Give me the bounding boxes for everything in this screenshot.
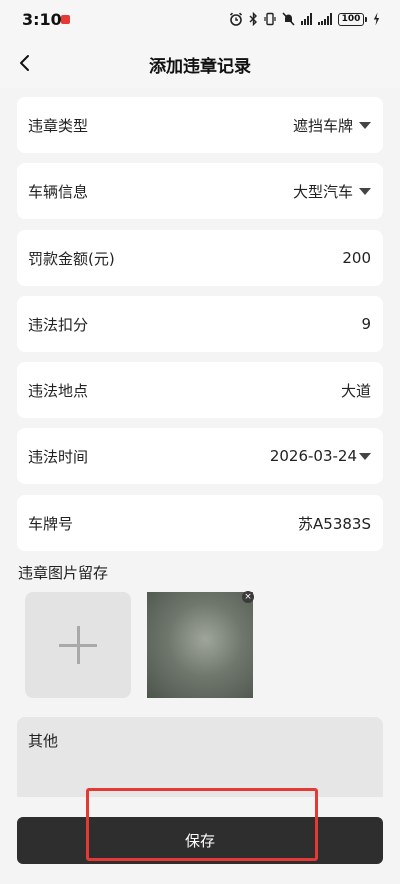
- violation-type-field[interactable]: 违章类型 遮挡车牌: [17, 97, 383, 153]
- field-value: 遮挡车牌: [293, 115, 371, 136]
- photo-section-label: 违章图片留存: [18, 564, 109, 582]
- page-title: 添加违章记录: [149, 57, 251, 77]
- field-label: 违法地点: [28, 381, 89, 400]
- status-bar: 3:10 100: [0, 0, 400, 38]
- battery-level: 100: [338, 12, 364, 26]
- save-button-label: 保存: [184, 832, 215, 850]
- field-value: 苏A5383S: [298, 514, 371, 533]
- violation-location-field[interactable]: 违法地点 大道: [17, 362, 383, 418]
- notification-icon: [61, 15, 70, 24]
- violation-time-field[interactable]: 违法时间 2026-03-24: [17, 428, 383, 484]
- status-icons: 100: [229, 10, 380, 28]
- mute-icon: [282, 12, 295, 26]
- signal-icon: [301, 13, 312, 25]
- dropdown-arrow-icon: [359, 452, 371, 460]
- field-label: 违章类型: [28, 116, 89, 135]
- field-value: 大型汽车: [293, 181, 371, 202]
- field-label: 违法扣分: [28, 315, 89, 334]
- remove-photo-button[interactable]: ×: [242, 591, 254, 603]
- dropdown-arrow-icon: [359, 121, 371, 129]
- dropdown-arrow-icon: [359, 187, 371, 195]
- photo-thumbnail[interactable]: [147, 592, 253, 698]
- penalty-points-field[interactable]: 违法扣分 9: [17, 296, 383, 352]
- battery-icon: 100: [338, 12, 367, 26]
- signal-icon: [318, 13, 332, 25]
- vibrate-icon: [264, 12, 276, 26]
- field-label: 车辆信息: [28, 182, 89, 201]
- other-notes-placeholder: 其他: [28, 732, 59, 750]
- status-time: 3:10: [22, 10, 62, 29]
- plate-number-field[interactable]: 车牌号 苏A5383S: [17, 495, 383, 551]
- field-label: 车牌号: [28, 514, 74, 533]
- nav-bar: 添加违章记录: [0, 38, 400, 88]
- other-notes-input[interactable]: 其他: [17, 717, 383, 797]
- field-value: 200: [342, 249, 371, 267]
- save-button[interactable]: 保存: [17, 817, 383, 864]
- alarm-icon: [229, 12, 243, 26]
- fine-amount-field[interactable]: 罚款金额(元) 200: [17, 230, 383, 286]
- bluetooth-icon: [249, 12, 257, 26]
- add-photo-button[interactable]: [25, 592, 131, 698]
- field-value: 大道: [340, 381, 371, 400]
- field-label: 罚款金额(元): [28, 249, 115, 268]
- field-label: 违法时间: [28, 447, 89, 466]
- field-value: 9: [361, 315, 371, 333]
- charging-icon: [373, 12, 380, 26]
- field-value: 2026-03-24: [270, 447, 371, 465]
- vehicle-info-field[interactable]: 车辆信息 大型汽车: [17, 163, 383, 219]
